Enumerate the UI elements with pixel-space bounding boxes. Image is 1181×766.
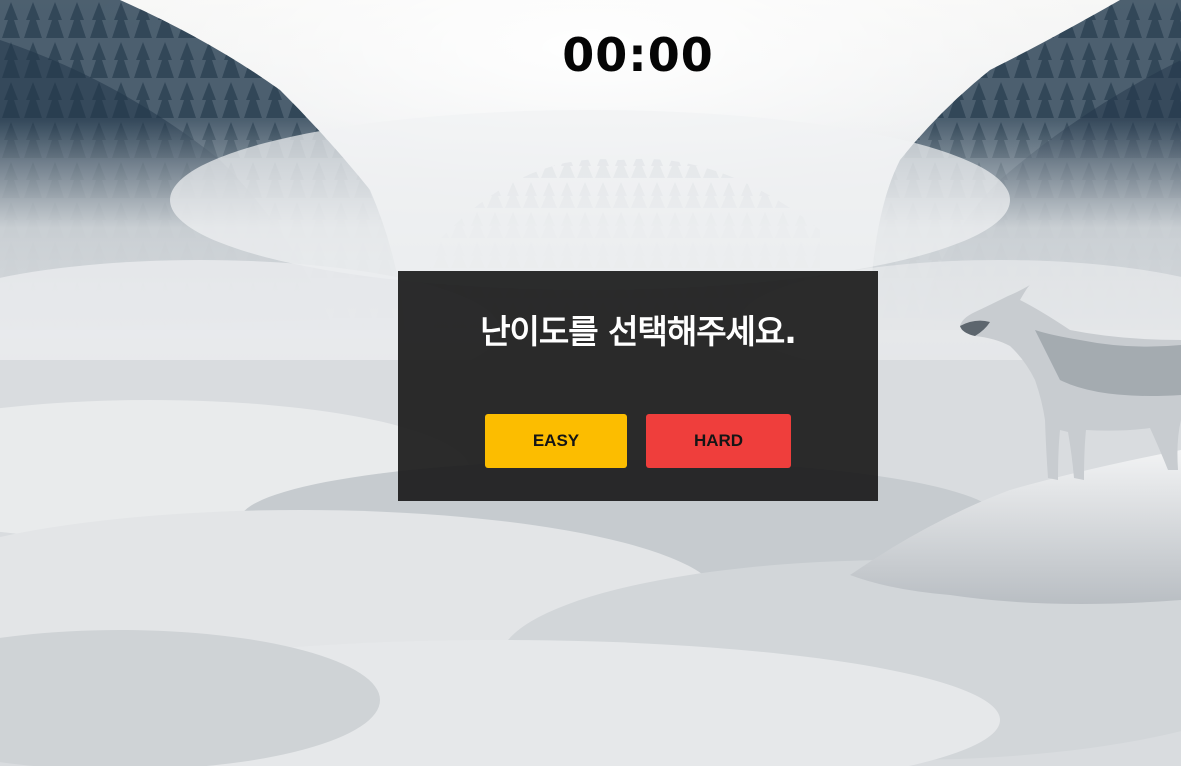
hard-button[interactable]: HARD bbox=[646, 414, 791, 468]
game-timer: 00:00 bbox=[562, 28, 714, 82]
difficulty-modal-title: 난이도를 선택해주세요. bbox=[480, 312, 797, 351]
difficulty-modal: 난이도를 선택해주세요. EASY HARD bbox=[398, 271, 878, 501]
easy-button[interactable]: EASY bbox=[485, 414, 627, 468]
game-screen: 00:00 난이도를 선택해주세요. EASY HARD bbox=[0, 0, 1181, 766]
